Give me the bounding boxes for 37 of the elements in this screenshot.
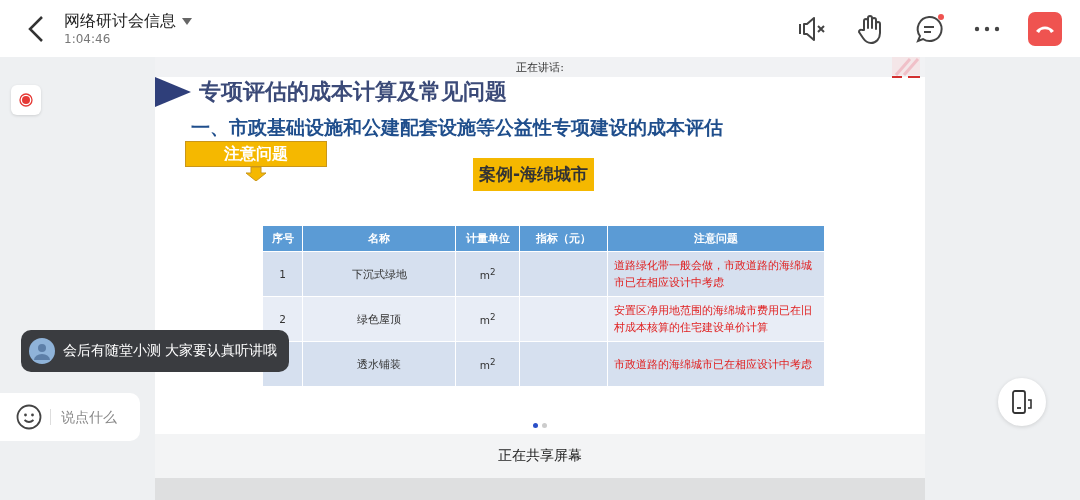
table-header: 计量单位 [455,225,520,252]
table-cell: 1 [262,251,303,297]
table-cell: 透水铺装 [302,341,456,387]
table-header: 名称 [302,225,456,252]
sharing-status: 正在共享屏幕 [498,447,582,465]
table-cell: 安置区净用地范围的海绵城市费用已在旧村成本核算的住宅建设单价计算 [608,296,825,342]
emoji-icon[interactable] [16,404,42,430]
speaking-label: 正在讲话: [516,59,564,75]
record-icon [19,93,33,107]
record-button[interactable] [11,85,41,115]
triangle-icon [155,77,191,107]
table-cell: m$^{2}$ [455,296,520,342]
device-icon [1011,390,1033,414]
note-label: 注意问题 [185,141,327,167]
slide-subtitle: 一、市政基础设施和公建配套设施等公益性专项建设的成本评估 [190,115,724,140]
table-cell: m$^{2}$ [455,251,520,297]
comment-field[interactable]: 说点什么 [59,408,133,426]
table-cell: 绿色屋顶 [302,296,456,342]
case-label: 案例-海绵城市 [473,158,595,191]
page-dot[interactable] [542,423,547,428]
page-dot[interactable] [533,423,538,428]
table-header: 注意问题 [608,225,825,252]
table-cell: 道路绿化带一般会做，市政道路的海绵城市已在相应设计中考虑 [608,251,825,297]
hang-up-button[interactable] [1028,11,1062,46]
chat-message-text: 会后有随堂小测 大家要认真听讲哦 [63,342,278,360]
table-cell: m$^{2}$ [455,341,520,387]
table-header: 序号 [262,225,303,252]
table-cell: 市政道路的海绵城市已在相应设计中考虑 [608,341,825,387]
table-header: 指标（元） [519,225,608,252]
dropdown-caret-icon[interactable] [182,18,192,25]
switch-device-button[interactable] [998,378,1046,426]
slide-title: 专项评估的成本计算及常见问题 [199,78,507,106]
meeting-duration: 1:04:46 [64,32,112,46]
table-cell: 下沉式绿地 [302,251,456,297]
meeting-title[interactable]: 网络研讨会信息 [64,11,176,32]
avatar-icon [29,338,55,364]
down-arrow-icon [245,167,267,181]
